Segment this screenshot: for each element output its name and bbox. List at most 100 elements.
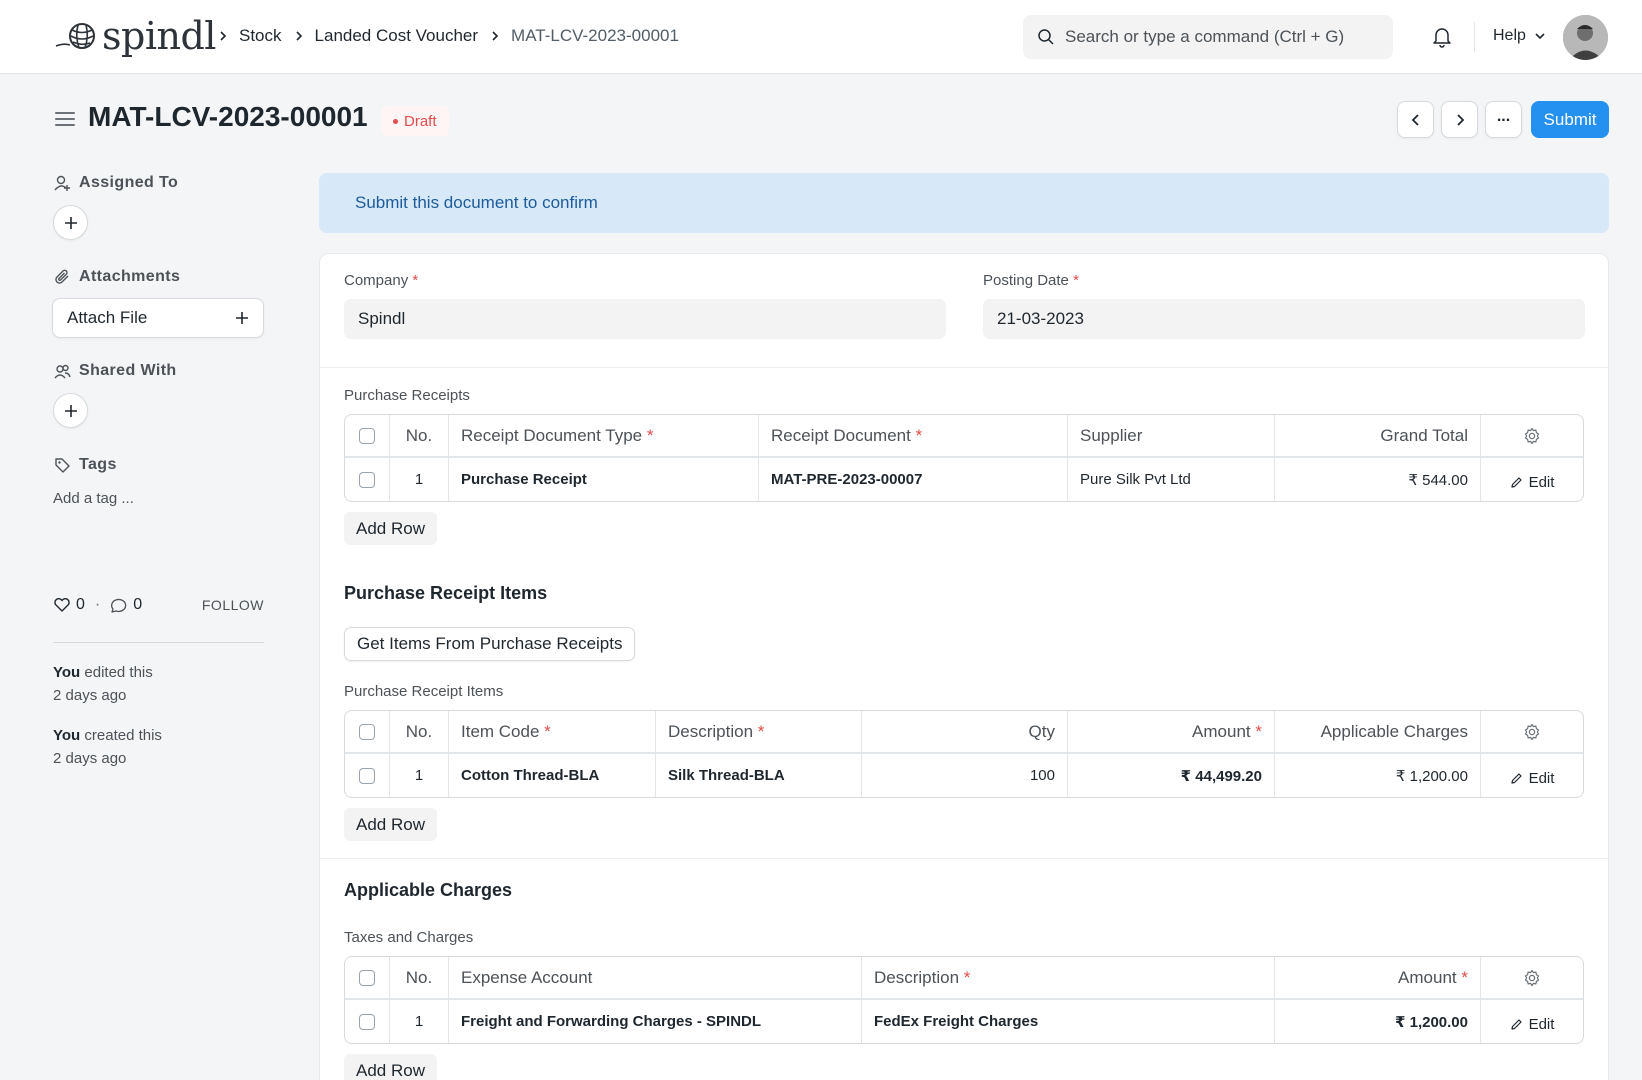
add-row-button[interactable]: Add Row xyxy=(344,512,437,545)
column-header: No. xyxy=(390,711,449,752)
receipt-document-cell[interactable]: MAT-PRE-2023-00007 xyxy=(759,458,1068,501)
edit-row-button[interactable]: Edit xyxy=(1510,1016,1554,1033)
row-checkbox[interactable] xyxy=(359,767,375,784)
sidebar-toggle-icon[interactable] xyxy=(54,110,76,128)
page-title: MAT-LCV-2023-00001 xyxy=(88,101,368,132)
chevron-left-icon xyxy=(1411,113,1419,126)
select-all-checkbox[interactable] xyxy=(359,969,375,986)
table-header-row: No. Receipt Document Type * Receipt Docu… xyxy=(345,415,1583,458)
applicable-charges-cell[interactable]: ₹ 1,200.00 xyxy=(1275,754,1481,797)
assigned-to-label: Assigned To xyxy=(54,174,178,192)
app-logo[interactable]: spindl xyxy=(54,16,216,56)
section-divider xyxy=(320,367,1608,368)
column-header: Receipt Document * xyxy=(759,415,1068,456)
separator-dot: · xyxy=(94,596,101,613)
search-icon xyxy=(1038,29,1054,45)
settings-gear-icon[interactable] xyxy=(1523,969,1541,987)
add-assignee-button[interactable] xyxy=(53,205,88,240)
comment-icon[interactable] xyxy=(110,597,128,614)
chevron-down-icon xyxy=(1535,33,1545,40)
user-add-icon xyxy=(54,175,70,191)
sidebar-divider xyxy=(53,642,264,643)
column-header: Amount * xyxy=(1275,957,1481,998)
add-share-button[interactable] xyxy=(53,393,88,428)
section-title-charges: Applicable Charges xyxy=(344,880,513,900)
column-header: Amount * xyxy=(1068,711,1275,752)
table-row[interactable]: 1 Freight and Forwarding Charges - SPIND… xyxy=(345,1000,1583,1043)
posting-date-field[interactable] xyxy=(983,299,1585,339)
column-header: Qty xyxy=(862,711,1068,752)
attachments-label: Attachments xyxy=(54,268,180,286)
description-cell[interactable]: FedEx Freight Charges xyxy=(862,1000,1275,1043)
chevron-right-icon xyxy=(218,30,228,42)
nav-divider xyxy=(1474,22,1475,52)
status-dot xyxy=(393,118,398,124)
grand-total-cell[interactable]: ₹ 544.00 xyxy=(1275,458,1481,501)
breadcrumb-stock[interactable]: Stock xyxy=(239,26,282,46)
section-divider xyxy=(320,858,1608,859)
add-tag-link[interactable]: Add a tag ... xyxy=(53,490,134,507)
edit-row-button[interactable]: Edit xyxy=(1510,474,1554,491)
company-field[interactable] xyxy=(344,299,946,339)
shared-with-label: Shared With xyxy=(54,362,177,380)
tag-icon xyxy=(55,457,70,473)
navbar: spindl Stock Landed Cost Voucher MAT-LCV… xyxy=(0,0,1642,74)
row-checkbox[interactable] xyxy=(359,1013,375,1030)
follow-button[interactable]: FOLLOW xyxy=(202,597,264,613)
status-badge: Draft xyxy=(381,106,449,136)
help-dropdown[interactable]: Help xyxy=(1493,27,1546,45)
receipt-document-type-cell[interactable]: Purchase Receipt xyxy=(449,458,759,501)
item-code-cell[interactable]: Cotton Thread-BLA xyxy=(449,754,656,797)
table-row[interactable]: 1 Purchase Receipt MAT-PRE-2023-00007 Pu… xyxy=(345,458,1583,501)
notifications-bell-icon[interactable] xyxy=(1432,26,1452,48)
settings-gear-icon[interactable] xyxy=(1523,723,1541,741)
pencil-icon xyxy=(1510,773,1522,784)
edit-row-button[interactable]: Edit xyxy=(1510,770,1554,787)
column-header: Supplier xyxy=(1068,415,1275,456)
user-avatar[interactable] xyxy=(1563,15,1608,60)
column-header: No. xyxy=(390,415,449,456)
settings-gear-icon[interactable] xyxy=(1523,427,1541,445)
add-row-button[interactable]: Add Row xyxy=(344,1054,437,1080)
more-actions-button[interactable]: ... xyxy=(1485,101,1522,138)
previous-document-button[interactable] xyxy=(1397,101,1434,138)
amount-cell[interactable]: ₹ 44,499.20 xyxy=(1068,754,1275,797)
heart-icon[interactable] xyxy=(53,597,71,613)
breadcrumb: Stock Landed Cost Voucher MAT-LCV-2023-0… xyxy=(218,26,691,46)
taxes-and-charges-table: No. Expense Account Description * Amount… xyxy=(344,956,1584,1044)
section-title-items: Purchase Receipt Items xyxy=(344,583,548,603)
search-input[interactable] xyxy=(1065,27,1375,47)
plus-icon xyxy=(64,216,77,229)
qty-cell[interactable]: 100 xyxy=(862,754,1068,797)
row-checkbox[interactable] xyxy=(359,471,375,488)
expense-account-cell[interactable]: Freight and Forwarding Charges - SPINDL xyxy=(449,1000,862,1043)
search-bar[interactable] xyxy=(1023,15,1393,59)
social-actions: 0 · 0 FOLLOW xyxy=(53,596,264,614)
column-header: Grand Total xyxy=(1275,415,1481,456)
chevron-right-icon xyxy=(1456,113,1464,126)
posting-date-label: Posting Date * xyxy=(983,272,1079,289)
attach-file-label: Attach File xyxy=(67,308,148,327)
column-header: Receipt Document Type * xyxy=(449,415,759,456)
submit-button[interactable]: Submit xyxy=(1531,101,1609,138)
company-label: Company * xyxy=(344,272,419,289)
table-row[interactable]: 1 Cotton Thread-BLA Silk Thread-BLA 100 … xyxy=(345,754,1583,797)
attach-file-button[interactable]: Attach File xyxy=(52,298,264,338)
select-all-checkbox[interactable] xyxy=(359,427,375,444)
select-all-checkbox[interactable] xyxy=(359,723,375,740)
get-items-button[interactable]: Get Items From Purchase Receipts xyxy=(344,627,636,661)
submit-alert: Submit this document to confirm xyxy=(319,173,1609,233)
breadcrumb-current: MAT-LCV-2023-00001 xyxy=(511,26,679,45)
amount-cell[interactable]: ₹ 1,200.00 xyxy=(1275,1000,1481,1043)
description-cell[interactable]: Silk Thread-BLA xyxy=(656,754,862,797)
breadcrumb-landed-cost-voucher[interactable]: Landed Cost Voucher xyxy=(315,26,479,46)
table-header-row: No. Item Code * Description * Qty Amount… xyxy=(345,711,1583,754)
add-row-button[interactable]: Add Row xyxy=(344,808,437,841)
column-header: Description * xyxy=(862,957,1275,998)
column-settings-cell xyxy=(1481,415,1583,456)
plus-icon xyxy=(64,404,77,417)
supplier-cell[interactable]: Pure Silk Pvt Ltd xyxy=(1068,458,1275,501)
next-document-button[interactable] xyxy=(1441,101,1478,138)
activity-item: You created this 2 days ago xyxy=(53,727,162,767)
row-number: 1 xyxy=(390,1000,449,1043)
